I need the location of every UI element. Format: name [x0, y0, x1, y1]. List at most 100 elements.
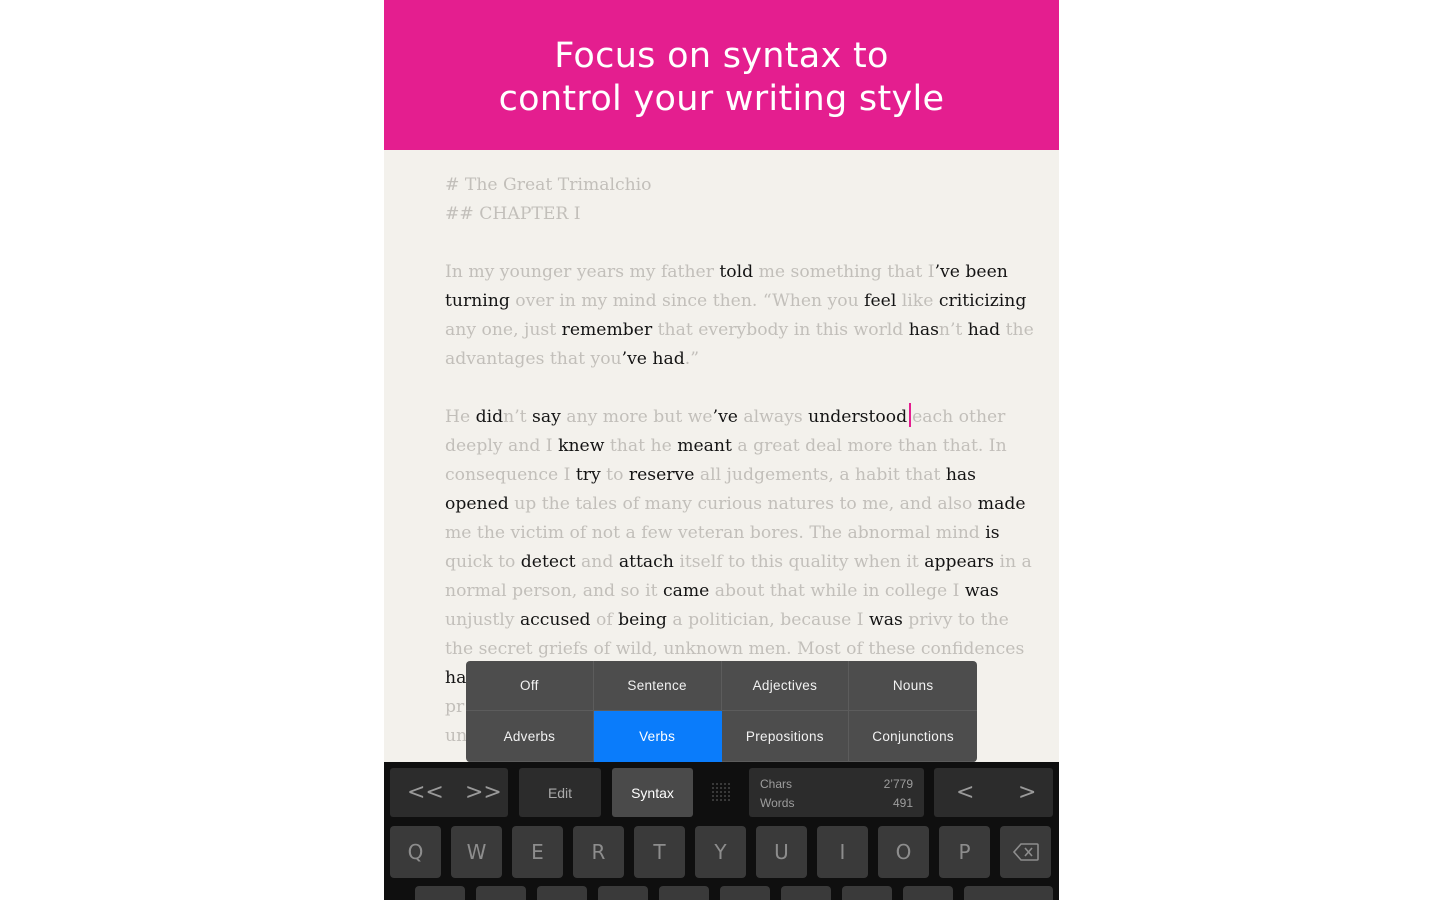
key-p[interactable]: P [939, 826, 990, 878]
dimmed-text: me something that I [753, 262, 935, 282]
text-line: opened up the tales of many curious natu… [445, 490, 1026, 519]
highlighted-verb: criticizing [938, 291, 1027, 311]
highlighted-verb: reserve [628, 465, 695, 485]
dimmed-text: pr [445, 697, 465, 717]
text-line: turning over in my mind since then. “Whe… [445, 287, 1026, 316]
highlighted-verb: told [719, 262, 754, 282]
dimmed-text: In my younger years my father [445, 262, 720, 282]
syntax-option-sentence[interactable]: Sentence [593, 661, 722, 711]
dimmed-text: over in my mind since then. “When you [509, 291, 865, 311]
key-t[interactable]: T [634, 826, 685, 878]
highlighted-verb: try [575, 465, 601, 485]
dimmed-text: up the tales of many curious natures to … [508, 494, 978, 514]
keyboard: << >> Edit Syntax Chars 2’779 Words 491 … [384, 762, 1059, 900]
key-q[interactable]: Q [390, 826, 441, 878]
dimmed-text: in a [993, 552, 1032, 572]
highlighted-verb: ’ve had [621, 349, 685, 369]
highlighted-verb: remember [561, 320, 653, 340]
dimmed-text: about that while in college I [709, 581, 965, 601]
syntax-option-conjunctions[interactable]: Conjunctions [849, 711, 977, 762]
syntax-option-prepositions[interactable]: Prepositions [721, 711, 850, 762]
banner-line-1: Focus on syntax to [554, 36, 889, 76]
dimmed-text: each other [912, 407, 1006, 427]
dimmed-text: and [575, 552, 619, 572]
highlighted-verb: ’ve been [934, 262, 1008, 282]
promo-banner: Focus on syntax to control your writing … [384, 0, 1059, 150]
syntax-option-adverbs[interactable]: Adverbs [466, 711, 594, 762]
highlighted-verb: say [532, 407, 561, 427]
syntax-button[interactable]: Syntax [612, 768, 693, 817]
dimmed-text: the secret griefs of wild, unknown men. … [445, 639, 1025, 659]
dimmed-text: like [896, 291, 939, 311]
key-row-2-key[interactable] [781, 886, 831, 900]
backspace-key[interactable] [1000, 826, 1051, 878]
next-button[interactable]: > [1018, 780, 1036, 805]
highlighted-verb: feel [864, 291, 897, 311]
return-key[interactable] [964, 886, 1053, 900]
highlighted-verb: being [618, 610, 667, 630]
words-value: 491 [892, 796, 913, 810]
highlighted-verb: had [967, 320, 1001, 340]
text-line: advantages that you’ve had.” [445, 345, 1005, 374]
key-i[interactable]: I [817, 826, 868, 878]
text-line: consequence I try to reserve all judgeme… [445, 461, 1005, 490]
highlighted-verb: was [869, 610, 903, 630]
highlighted-verb: has [908, 320, 939, 340]
key-e[interactable]: E [512, 826, 563, 878]
key-row-2-key[interactable] [659, 886, 709, 900]
text-line: quick to detect and attach itself to thi… [445, 548, 1032, 577]
backspace-icon [1012, 843, 1039, 861]
syntax-menu: Off Sentence Adjectives Nouns Adverbs Ve… [466, 661, 977, 762]
syntax-option-verbs[interactable]: Verbs [593, 711, 722, 762]
key-row-2-key[interactable] [415, 886, 465, 900]
text-cursor [909, 403, 912, 427]
highlighted-verb: made [977, 494, 1026, 514]
heading-chapter: ## CHAPTER I [445, 204, 581, 224]
highlighted-verb: was [964, 581, 999, 601]
key-row-2-key[interactable] [842, 886, 892, 900]
key-row-2-key[interactable] [720, 886, 770, 900]
key-row-2-key[interactable] [598, 886, 648, 900]
move-back-button[interactable]: << [407, 780, 444, 805]
syntax-option-off[interactable]: Off [466, 661, 594, 711]
text-line: In my younger years my father told me so… [445, 258, 1008, 287]
text-line: the secret griefs of wild, unknown men. … [445, 635, 1024, 664]
key-o[interactable]: O [878, 826, 929, 878]
highlighted-verb: has [945, 465, 976, 485]
keyboard-handle-icon[interactable] [711, 782, 731, 802]
prev-button[interactable]: < [956, 780, 974, 805]
highlighted-verb: detect [520, 552, 576, 572]
chars-label: Chars [760, 777, 793, 791]
highlighted-verb: appears [924, 552, 994, 572]
text-line: unjustly accused of being a politician, … [445, 606, 1009, 635]
move-forward-button[interactable]: >> [465, 780, 502, 805]
key-row-2-key[interactable] [476, 886, 526, 900]
dimmed-text: always [737, 407, 809, 427]
dimmed-text: any more but we [560, 407, 713, 427]
highlighted-verb: meant [677, 436, 732, 456]
key-w[interactable]: W [451, 826, 502, 878]
highlighted-verb: accused [519, 610, 591, 630]
dimmed-text: advantages that you [445, 349, 622, 369]
key-y[interactable]: Y [695, 826, 746, 878]
highlighted-verb: came [662, 581, 710, 601]
key-u[interactable]: U [756, 826, 807, 878]
dimmed-text: of [590, 610, 619, 630]
dimmed-text: me the victim of not a few veteran bores… [445, 523, 986, 543]
key-r[interactable]: R [573, 826, 624, 878]
dimmed-text: privy to the [902, 610, 1009, 630]
key-row-2-key[interactable] [903, 886, 953, 900]
text-line: me the victim of not a few veteran bores… [445, 519, 1005, 548]
syntax-option-adjectives[interactable]: Adjectives [721, 661, 850, 711]
text-line: normal person, and so it came about that… [445, 577, 1005, 606]
page-nav-group: < > [934, 768, 1053, 817]
dimmed-text: unjustly [445, 610, 520, 630]
dimmed-text: any one, just [445, 320, 562, 340]
app-screen: Focus on syntax to control your writing … [384, 0, 1059, 900]
syntax-option-nouns[interactable]: Nouns [849, 661, 977, 711]
dimmed-text: quick to [445, 552, 521, 572]
heading-title: # The Great Trimalchio [445, 175, 652, 195]
key-row-2-key[interactable] [537, 886, 587, 900]
edit-button[interactable]: Edit [519, 768, 601, 817]
dimmed-text: .” [684, 349, 700, 369]
